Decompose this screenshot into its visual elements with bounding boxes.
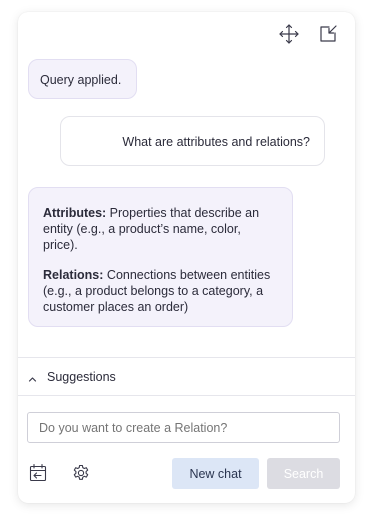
chat-input[interactable] xyxy=(27,412,340,443)
attributes-paragraph: Attributes: Properties that describe an … xyxy=(43,205,278,253)
new-chat-button[interactable]: New chat xyxy=(172,458,259,489)
attributes-label: Attributes: xyxy=(43,206,107,220)
suggestions-toggle[interactable]: Suggestions xyxy=(28,369,116,385)
relations-paragraph: Relations: Connections between entities … xyxy=(43,267,278,315)
message-text: Query applied. xyxy=(40,73,122,87)
calendar-icon[interactable] xyxy=(28,463,48,483)
gear-icon[interactable] xyxy=(71,463,91,483)
user-message: What are attributes and relations? xyxy=(60,116,325,166)
bot-message: Query applied. xyxy=(28,59,137,99)
relations-label: Relations: xyxy=(43,268,104,282)
divider xyxy=(18,357,355,358)
popout-icon[interactable] xyxy=(317,23,339,45)
chat-panel: Query applied. What are attributes and r… xyxy=(18,12,355,503)
chat-header xyxy=(18,12,355,56)
search-button[interactable]: Search xyxy=(267,458,340,489)
move-icon[interactable] xyxy=(278,23,300,45)
message-text: What are attributes and relations? xyxy=(122,135,310,149)
suggestions-label: Suggestions xyxy=(47,370,116,384)
divider xyxy=(18,395,355,396)
chevron-up-icon xyxy=(28,373,37,382)
bot-message: Attributes: Properties that describe an … xyxy=(28,187,293,327)
